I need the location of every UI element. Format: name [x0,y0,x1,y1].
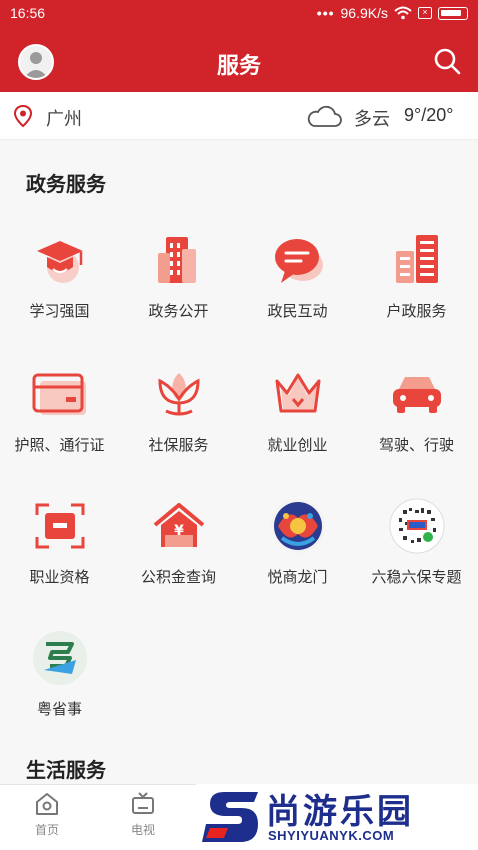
city-name[interactable]: 广州 [46,105,82,131]
lotus-icon [149,364,209,424]
tab-home[interactable]: 首页 [17,791,77,838]
search-icon[interactable] [432,46,462,76]
svg-text:¥: ¥ [174,523,184,539]
service-label: 政务公开 [148,302,209,320]
service-label: 悦商龙门 [267,568,328,586]
service-item-liuwen[interactable]: 六稳六保专题 [357,496,476,616]
service-item-gongjijin[interactable]: ¥ 公积金查询 [119,496,238,616]
sim-icon: × [418,7,432,19]
status-time: 16:56 [10,5,46,21]
service-item-yueshang[interactable]: 悦商龙门 [238,496,357,616]
house-yuan-icon: ¥ [149,496,209,556]
page-title: 服务 [216,54,261,79]
wifi-icon [394,6,412,20]
network-speed: 96.9K/s [340,5,388,21]
watermark-url: SHYIYUANYK.COM [268,828,395,843]
service-label: 学习强国 [29,302,90,320]
service-item-shebao[interactable]: 社保服务 [119,364,238,484]
status-bar: 16:56 ••• 96.9K/s × [0,0,478,28]
scan-frame-icon [30,496,90,556]
service-item-jiuye[interactable]: 就业创业 [238,364,357,484]
crown-icon [268,364,328,424]
service-item-jiashi[interactable]: 驾驶、行驶 [357,364,476,484]
tv-icon [132,792,154,814]
yueshang-logo [268,496,328,556]
service-item-zhiye[interactable]: 职业资格 [0,496,119,616]
cloud-icon [307,105,342,127]
service-label: 政民互动 [267,302,328,320]
tab-label: 首页 [34,823,59,837]
section-title-life: 生活服务 [26,758,106,782]
watermark-name: 尚游乐园 [266,792,414,832]
weather-condition: 多云 [354,109,390,130]
chat-bubble-icon [268,230,328,290]
service-label: 驾驶、行驶 [378,436,454,454]
service-item-huzheng[interactable]: 户政服务 [357,230,476,350]
buildings-icon [387,230,447,290]
watermark-logo [202,792,258,842]
building-icon [149,230,209,290]
tab-tv[interactable]: 电视 [113,791,173,838]
battery-icon [438,6,468,20]
location-weather-bar: 广州 多云 9°/20° [0,92,478,140]
service-item-yueshengshi[interactable]: 粤省事 [0,628,119,748]
status-indicators: ••• 96.9K/s × [317,5,468,21]
service-label: 六稳六保专题 [371,568,462,586]
service-label: 户政服务 [386,302,447,320]
qr-code-icon [387,496,447,556]
yueshengshi-logo [30,628,90,688]
home-icon [36,793,58,815]
status-dots: ••• [316,5,335,21]
service-item-xuexi[interactable]: 学习强国 [0,230,119,350]
graduation-cap-icon [30,230,90,290]
service-label: 公积金查询 [140,568,216,586]
service-label: 粤省事 [36,700,82,718]
service-label: 护照、通行证 [14,436,105,454]
service-item-passport[interactable]: 护照、通行证 [0,364,119,484]
card-icon [30,364,90,424]
service-item-zhengmin[interactable]: 政民互动 [238,230,357,350]
app-header: 服务 [0,28,478,92]
temperature: 9°/20° [404,105,454,125]
watermark: 尚游乐园 SHYIYUANYK.COM [196,784,478,850]
car-icon [387,364,447,424]
service-label: 社保服务 [148,436,209,454]
service-item-zhengwu[interactable]: 政务公开 [119,230,238,350]
location-pin-icon[interactable] [12,104,34,128]
service-label: 就业创业 [267,436,328,454]
tab-label: 电视 [130,823,155,837]
service-label: 职业资格 [29,568,90,586]
section-title-gov: 政务服务 [26,172,106,196]
service-content: 政务服务 学习强国 政务公开 政民互动 户政服务 护照、通行证 社保服务 就业创… [0,140,478,784]
